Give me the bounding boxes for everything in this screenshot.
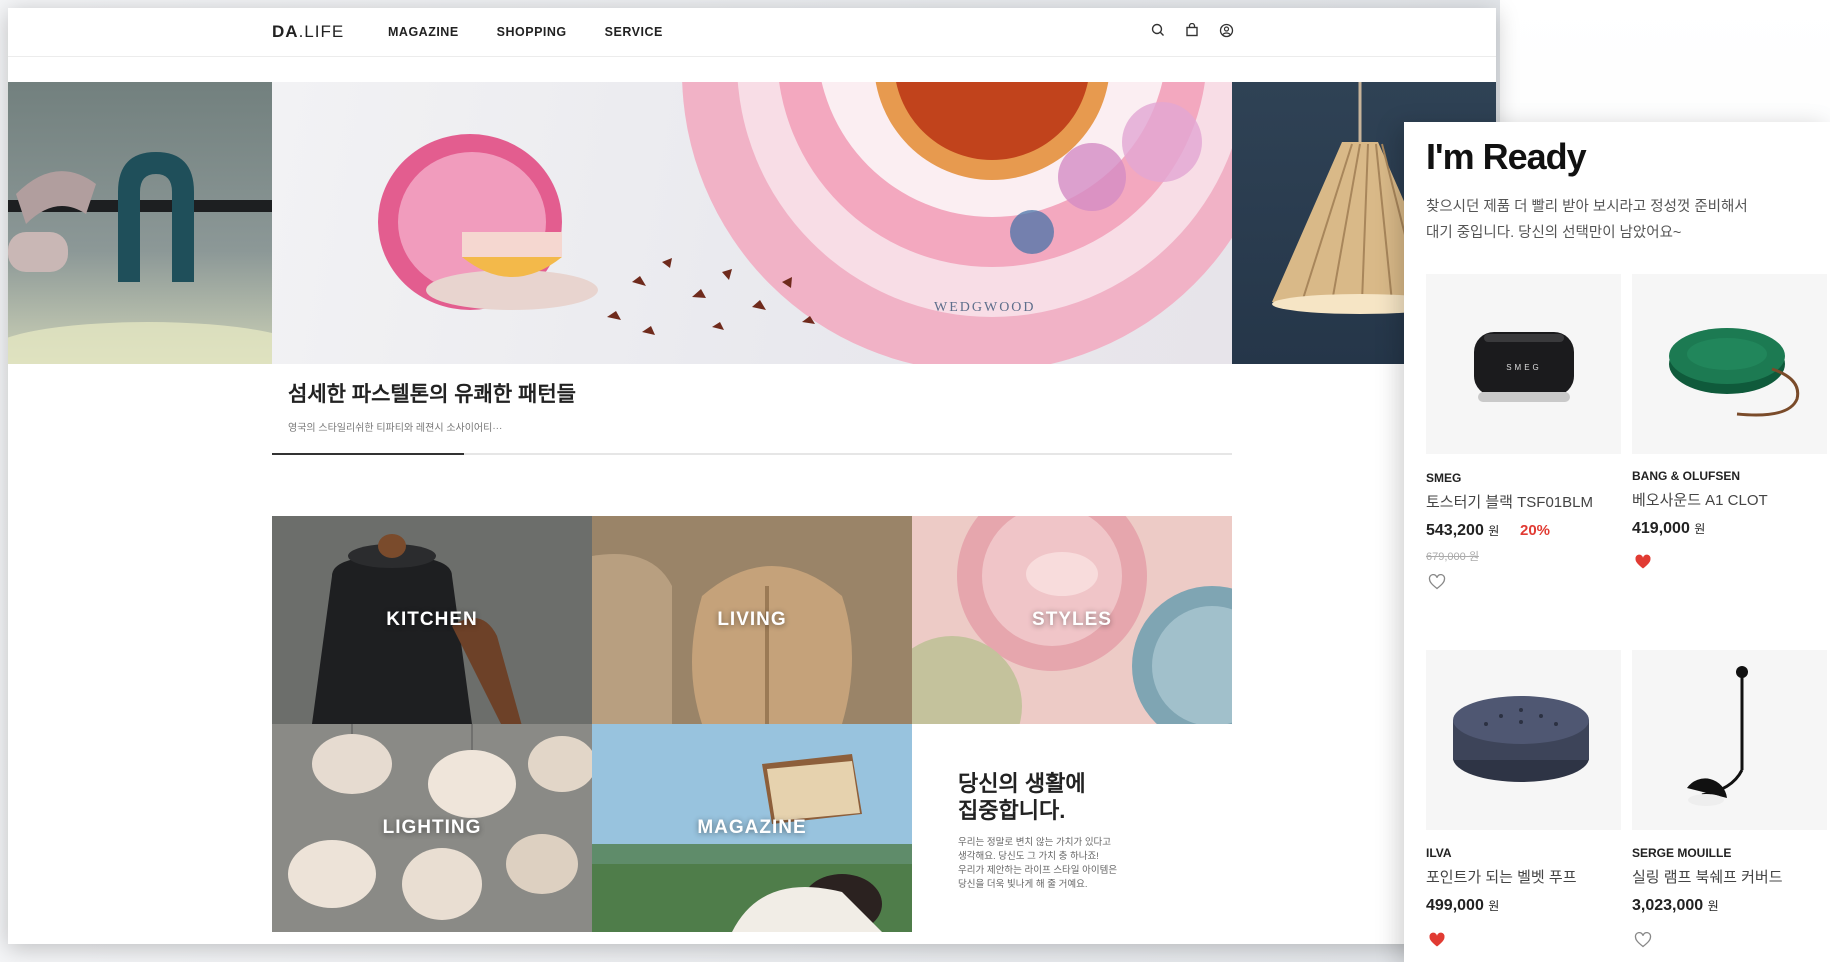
panel-subtitle-line-2: 대기 중입니다. 당신의 선택만이 남았어요~ [1426, 225, 1682, 241]
product-price-currency: 원 [1488, 899, 1500, 913]
panel-title: I'm Ready [1426, 136, 1587, 177]
speaker-image [1669, 328, 1800, 417]
panel-subtitle: 찾으시던 제품 더 빨리 받아 보시라고 정성껏 준비해서 대기 중입니다. 당… [1426, 194, 1816, 246]
toaster-brand-text: SMEG [1506, 363, 1542, 372]
ceiling-lamp-image [1687, 666, 1748, 806]
product-thumbnail [1632, 650, 1827, 830]
category-tile-magazine[interactable]: MAGAZINE [592, 724, 912, 932]
promo-body-line-4: 당신을 더욱 빛나게 해 줄 거예요. [958, 879, 1088, 890]
logo-bold: DA [272, 22, 299, 41]
nav-item-service[interactable]: SERVICE [605, 25, 663, 39]
panel-subtitle-line-1: 찾으시던 제품 더 빨리 받아 보시라고 정성껏 준비해서 [1426, 199, 1748, 215]
desktop-window: DA.LIFE MAGAZINE SHOPPING SERVICE WEDGWO… [8, 8, 1496, 944]
product-price: 543,200 원 [1426, 522, 1499, 540]
user-account-icon[interactable] [1216, 20, 1236, 40]
hero-description: 영국의 스타일리쉬한 티파티와 레젼시 소사이어티··· [288, 423, 503, 434]
category-tile-styles[interactable]: STYLES [912, 516, 1232, 724]
product-price-value: 499,000 [1426, 897, 1484, 914]
product-thumbnail [1632, 274, 1827, 454]
toaster-image: SMEG [1474, 332, 1574, 402]
hero-title: 섬세한 파스텔톤의 유쾌한 패턴들 [288, 383, 576, 406]
product-price-currency: 원 [1694, 522, 1706, 536]
mobile-ready-panel: I'm Ready 찾으시던 제품 더 빨리 받아 보시라고 정성껏 준비해서 … [1404, 122, 1830, 962]
main-nav: MAGAZINE SHOPPING SERVICE [388, 25, 663, 39]
product-price: 3,023,000 원 [1632, 897, 1719, 915]
heart-outline-icon[interactable] [1428, 574, 1446, 590]
product-price-value: 3,023,000 [1632, 897, 1704, 914]
product-thumbnail [1426, 650, 1621, 830]
hero-slide-current[interactable]: WEDGWOOD [272, 82, 1232, 364]
promo-body: 우리는 정말로 변치 않는 가치가 있다고 생각해요. 당신도 그 가치 충 하… [958, 836, 1208, 892]
heart-filled-icon[interactable] [1428, 932, 1446, 948]
heart-filled-icon[interactable] [1634, 554, 1652, 570]
product-brand: ILVA [1426, 846, 1452, 860]
product-card-bang-olufsen[interactable]: BANG & OLUFSEN 베오사운드 A1 CLOT 419,000 원 [1632, 274, 1827, 574]
product-price: 419,000 원 [1632, 520, 1705, 538]
product-name: 베오사운드 A1 CLOT [1632, 492, 1768, 509]
promo-body-line-3: 우리가 제안하는 라이프 스타일 아이템은 [958, 865, 1118, 876]
product-brand: BANG & OLUFSEN [1632, 469, 1740, 483]
shopping-bag-icon[interactable] [1182, 20, 1202, 40]
product-thumbnail: SMEG [1426, 274, 1621, 454]
slider-progress-fill [272, 453, 464, 455]
nav-item-shopping[interactable]: SHOPPING [497, 25, 567, 39]
product-card-ilva[interactable]: ILVA 포인트가 되는 벨벳 푸프 499,000 원 [1426, 650, 1621, 950]
product-discount: 20% [1520, 522, 1551, 539]
header-icons [1148, 20, 1236, 40]
category-tile-living[interactable]: LIVING [592, 516, 912, 724]
hero-slide-prev[interactable] [8, 82, 272, 364]
product-price-value: 543,200 [1426, 522, 1484, 539]
product-name: 토스터기 블랙 TSF01BLM [1426, 494, 1593, 511]
category-label-magazine: MAGAZINE [697, 817, 807, 838]
nav-item-magazine[interactable]: MAGAZINE [388, 25, 459, 39]
logo-rest: .LIFE [298, 22, 345, 41]
product-brand: SMEG [1426, 471, 1462, 485]
wedgwood-china-image [378, 82, 1232, 364]
product-card-serge-mouille[interactable]: SERGE MOUILLE 실링 램프 북쉐프 커버드 3,023,000 원 [1632, 650, 1827, 950]
promo-title-line-2: 집중합니다. [958, 798, 1066, 823]
category-label-kitchen: KITCHEN [386, 609, 478, 630]
hero-brand-watermark: WEDGWOOD [934, 300, 1036, 315]
promo-title: 당신의 생활에 집중합니다. [958, 770, 1198, 824]
category-tile-kitchen[interactable]: KITCHEN [272, 516, 592, 724]
pendant-lamps-image [8, 152, 272, 364]
product-name: 실링 램프 북쉐프 커버드 [1632, 869, 1783, 886]
promo-body-line-2: 생각해요. 당신도 그 가치 충 하나죠! [958, 851, 1099, 862]
search-icon[interactable] [1148, 20, 1168, 40]
product-price-currency: 원 [1707, 899, 1719, 913]
top-navigation: DA.LIFE MAGAZINE SHOPPING SERVICE [8, 8, 1496, 57]
product-price: 499,000 원 [1426, 897, 1499, 915]
product-brand: SERGE MOUILLE [1632, 846, 1732, 860]
product-price-currency: 원 [1488, 524, 1500, 538]
category-label-living: LIVING [717, 609, 787, 630]
heart-outline-icon[interactable] [1634, 932, 1652, 948]
category-tile-lighting[interactable]: LIGHTING [272, 724, 592, 932]
product-original-price: 679,000 원 [1426, 551, 1479, 563]
promo-body-line-1: 우리는 정말로 변치 않는 가치가 있다고 [958, 837, 1112, 848]
product-name: 포인트가 되는 벨벳 푸프 [1426, 869, 1577, 886]
category-label-lighting: LIGHTING [382, 817, 482, 838]
promo-title-line-1: 당신의 생활에 [958, 771, 1086, 796]
category-label-styles: STYLES [1032, 609, 1112, 630]
velvet-pouf-image [1453, 696, 1589, 782]
slider-progress [272, 453, 1232, 455]
product-price-value: 419,000 [1632, 520, 1690, 537]
product-card-smeg[interactable]: SMEG SMEG 토스터기 블랙 TSF01BLM 543,200 원 20%… [1426, 274, 1621, 594]
site-logo[interactable]: DA.LIFE [272, 22, 344, 42]
